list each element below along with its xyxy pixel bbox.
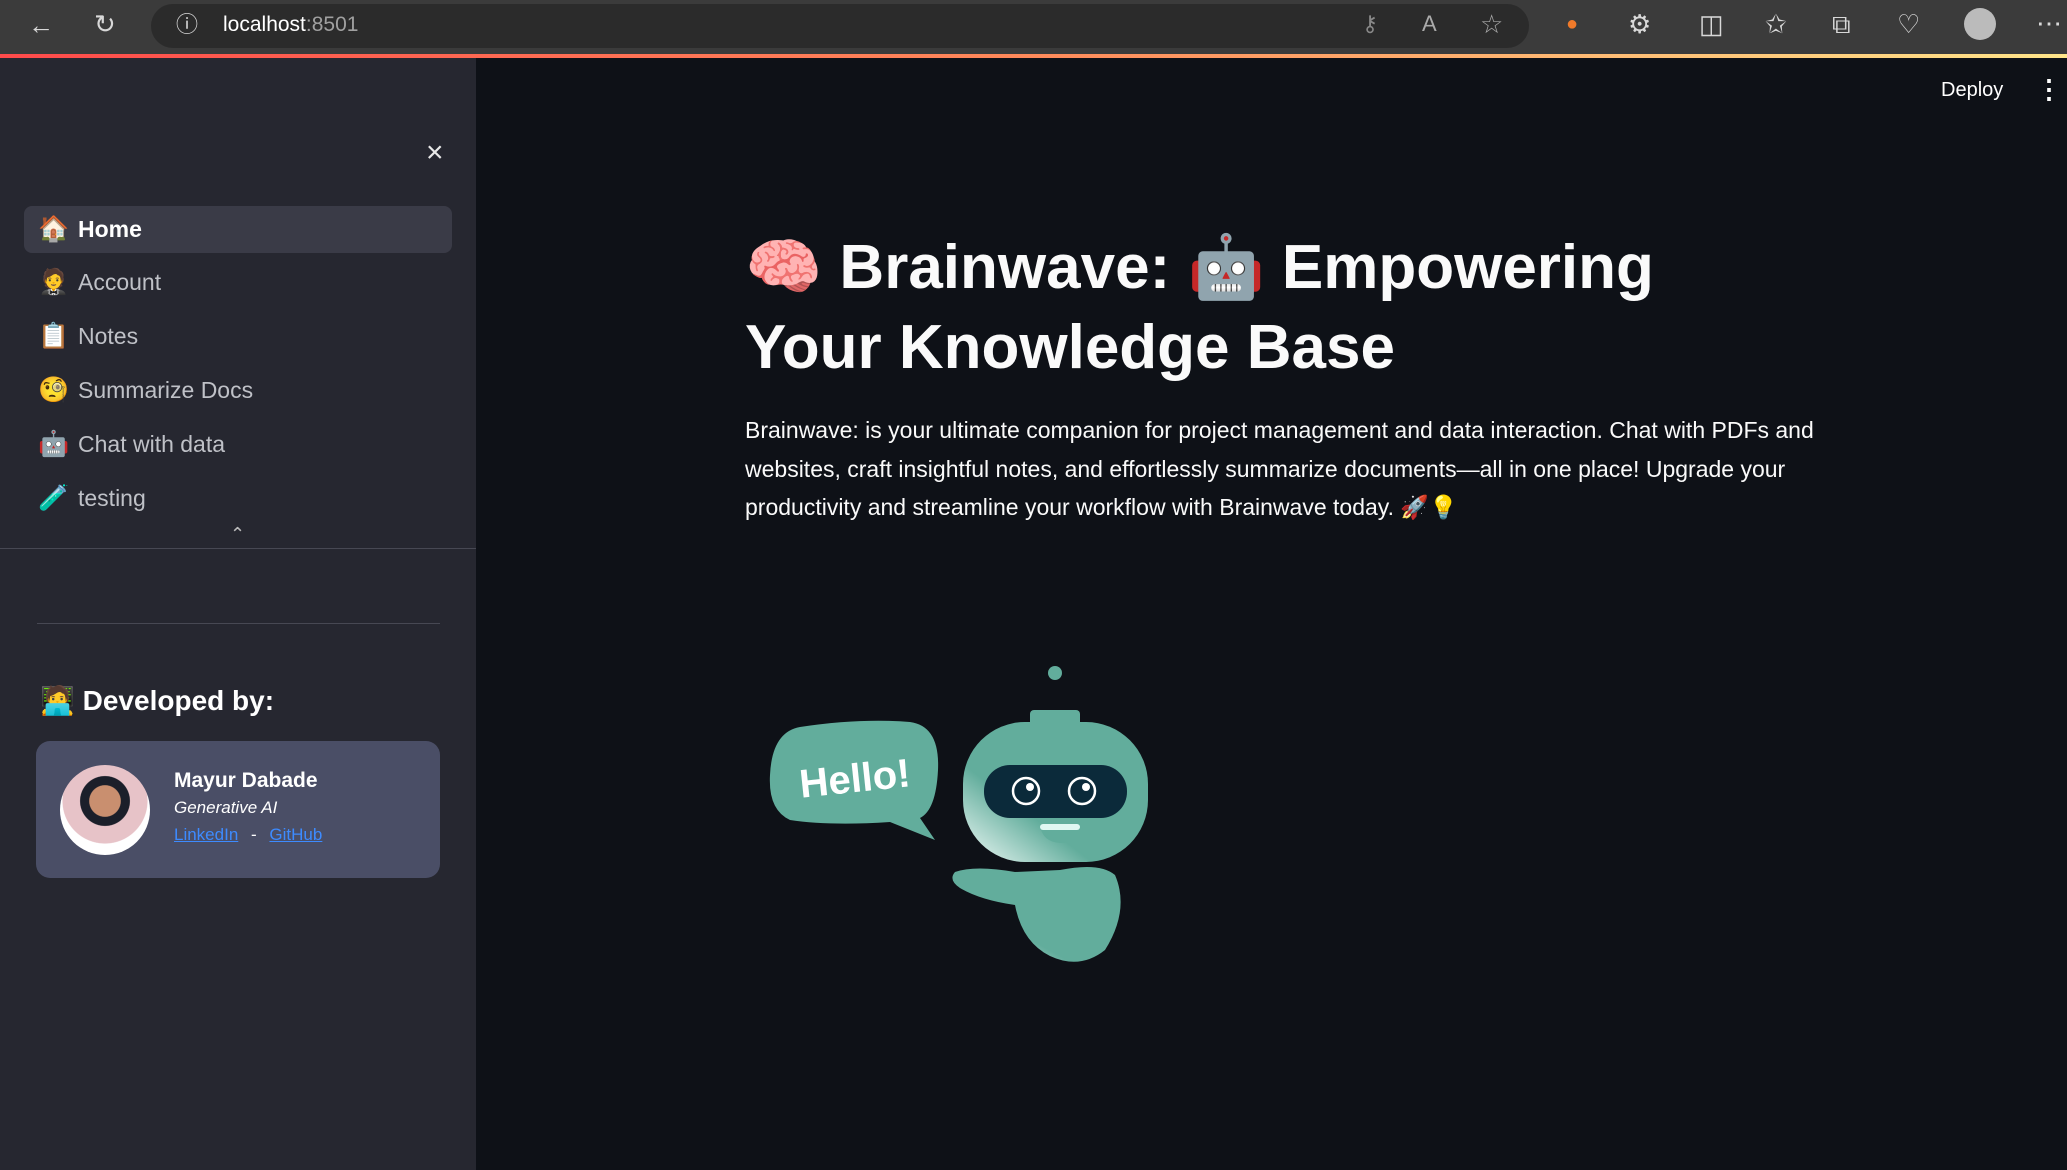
browser-toolbar: ← ↻ ⓘ localhost:8501 ⚷ A ☆ ● ⚙ ◫ ✩ ⧉ ♡ ⋯ (0, 0, 2067, 55)
sidebar-item-label: Account (78, 269, 162, 295)
sidebar: × 🏠 Home 🤵 Account 📋 Notes 🧐 Summarize Docs … (0, 58, 476, 1170)
favorites-icon[interactable]: ✩ (1765, 11, 1787, 37)
developer-role: Generative AI (174, 798, 278, 817)
sidebar-item-account[interactable]: 🤵 Account (24, 259, 452, 306)
hello-robot-image: Hello! (769, 666, 1148, 962)
speech-bubble: Hello! (769, 720, 939, 840)
clipboard-icon: 📋 (38, 322, 70, 350)
sidebar-item-testing[interactable]: 🧪 testing (24, 475, 452, 522)
person-tuxedo-icon: 🤵 (38, 268, 70, 296)
robot-antenna-dot (1048, 666, 1062, 680)
test-tube-icon: 🧪 (38, 484, 70, 512)
sidebar-item-label: testing (78, 485, 146, 511)
profile-avatar-icon[interactable] (1964, 8, 1996, 40)
deploy-button[interactable]: Deploy (1941, 79, 2003, 102)
extension-record-icon[interactable]: ● (1566, 14, 1578, 34)
main-menu-icon[interactable]: ⋮ (2036, 74, 2062, 105)
collections-icon[interactable]: ⧉ (1832, 11, 1851, 37)
page-title: 🧠 Brainwave: 🤖 Empowering Your Knowledge… (745, 233, 1654, 382)
url-host: localhost (223, 13, 306, 36)
split-screen-icon[interactable]: ◫ (1699, 11, 1724, 37)
sidebar-divider (0, 548, 476, 549)
sidebar-item-label: Notes (78, 323, 139, 349)
sidebar-item-notes[interactable]: 📋 Notes (24, 313, 452, 360)
monocle-face-icon: 🧐 (38, 376, 70, 404)
github-link[interactable]: GitHub (269, 825, 322, 844)
developed-by-heading: 🧑‍💻 Developed by: (40, 685, 275, 716)
info-icon[interactable]: ⓘ (176, 14, 198, 36)
url-port: :8501 (305, 13, 359, 36)
extensions-icon[interactable]: ⚙ (1628, 11, 1651, 37)
sidebar-item-label: Summarize Docs (78, 377, 254, 403)
url-text[interactable]: localhost:8501 (223, 13, 358, 37)
key-icon[interactable]: ⚷ (1362, 13, 1378, 35)
developer-avatar (60, 765, 150, 855)
robot-figure (952, 710, 1148, 962)
health-icon[interactable]: ♡ (1897, 11, 1920, 37)
sidebar-item-chat-with-data[interactable]: 🤖 Chat with data (24, 421, 452, 468)
link-separator: - (251, 825, 257, 844)
sidebar-item-summarize-docs[interactable]: 🧐 Summarize Docs (24, 367, 452, 414)
browser-menu-icon[interactable]: ⋯ (2036, 10, 2062, 36)
close-sidebar-button[interactable]: × (426, 136, 444, 170)
chevron-up-icon[interactable]: ⌃ (230, 524, 245, 545)
divider (37, 623, 440, 624)
sidebar-item-label: Chat with data (78, 431, 226, 457)
sidebar-item-label: Home (78, 216, 142, 242)
house-icon: 🏠 (38, 215, 70, 243)
back-icon[interactable]: ← (28, 12, 54, 38)
read-aloud-icon[interactable]: A (1422, 13, 1437, 35)
page-description: Brainwave: is your ultimate companion fo… (745, 417, 1814, 520)
robot-icon: 🤖 (38, 430, 70, 458)
developer-links: LinkedIn - GitHub (174, 825, 322, 845)
reload-icon[interactable]: ↻ (94, 11, 116, 37)
favorite-star-icon[interactable]: ☆ (1480, 11, 1503, 37)
developer-card: Mayur Dabade Generative AI LinkedIn - Gi… (36, 741, 440, 878)
sidebar-item-home[interactable]: 🏠 Home (24, 206, 452, 253)
developer-name: Mayur Dabade (174, 769, 318, 792)
linkedin-link[interactable]: LinkedIn (174, 825, 238, 844)
